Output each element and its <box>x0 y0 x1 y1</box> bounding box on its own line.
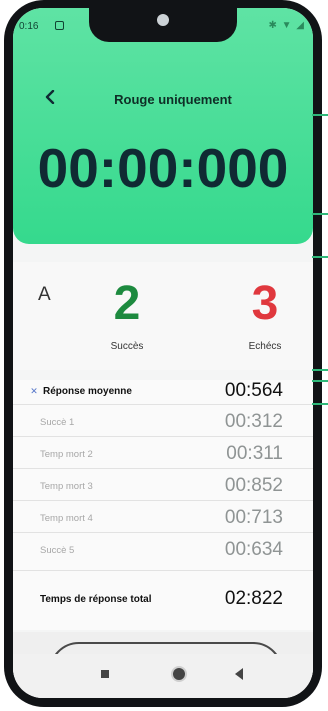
app-screen: 0:16 ✱ ▼ ◢ Rouge uniquement 00:00:000 A … <box>13 8 313 698</box>
divider <box>13 570 313 571</box>
list-item[interactable]: Temp mort 4 00:713 <box>13 507 313 531</box>
list-item-value: 00:852 <box>224 475 283 496</box>
list-item-value: 00:312 <box>224 411 283 432</box>
recent-apps-icon[interactable] <box>101 670 109 678</box>
header-panel <box>13 8 313 244</box>
list-item[interactable]: Succè 5 00:634 <box>13 539 313 563</box>
annotation-marker <box>312 369 328 371</box>
list-item-label: Temp mort 2 <box>40 449 93 460</box>
back-triangle-icon[interactable] <box>235 668 243 680</box>
page-title: Rouge uniquement <box>114 92 232 107</box>
status-time: 0:16 <box>19 21 39 32</box>
divider <box>13 436 313 437</box>
list-item-label: Temp mort 4 <box>40 513 93 524</box>
home-icon[interactable] <box>173 668 185 680</box>
x-icon: ✕ <box>30 386 38 396</box>
list-item[interactable]: Succè 1 00:312 <box>13 411 313 435</box>
annotation-marker <box>312 114 328 116</box>
fail-label: Echécs <box>248 341 282 352</box>
success-label: Succès <box>110 341 144 352</box>
status-icons: ✱ ▼ ◢ <box>268 20 305 31</box>
list-item-label: Succè 1 <box>40 417 75 428</box>
total-label: Temps de réponse total <box>40 594 152 605</box>
back-button[interactable] <box>39 86 61 108</box>
fail-count: 3 <box>251 277 279 330</box>
divider <box>13 468 313 469</box>
list-item[interactable]: Temp mort 2 00:311 <box>13 443 313 467</box>
annotation-marker <box>312 380 328 382</box>
divider <box>13 404 313 405</box>
player-label: A <box>38 284 51 305</box>
sim-icon <box>55 21 64 30</box>
average-value: 00:564 <box>224 380 283 401</box>
system-navbar <box>13 654 313 698</box>
annotation-marker <box>312 403 328 405</box>
total-row: Temps de réponse total 02:822 <box>13 588 313 612</box>
list-item[interactable]: Temp mort 3 00:852 <box>13 475 313 499</box>
average-row[interactable]: ✕ Réponse moyenne 00:564 <box>13 380 313 404</box>
annotation-marker <box>312 213 328 215</box>
total-value: 02:822 <box>224 588 283 609</box>
average-label: Réponse moyenne <box>43 386 132 397</box>
list-item-value: 00:713 <box>224 507 283 528</box>
list-item-label: Succè 5 <box>40 545 75 556</box>
phone-frame: 0:16 ✱ ▼ ◢ Rouge uniquement 00:00:000 A … <box>4 0 322 707</box>
success-count: 2 <box>113 277 141 330</box>
front-camera <box>157 14 169 26</box>
chevron-left-icon <box>45 90 55 104</box>
annotation-marker <box>312 256 328 258</box>
divider <box>13 532 313 533</box>
timer-display: 00:00:000 <box>37 137 289 199</box>
divider <box>13 500 313 501</box>
list-item-value: 00:634 <box>224 539 283 560</box>
list-item-label: Temp mort 3 <box>40 481 93 492</box>
list-item-value: 00:311 <box>226 443 283 464</box>
